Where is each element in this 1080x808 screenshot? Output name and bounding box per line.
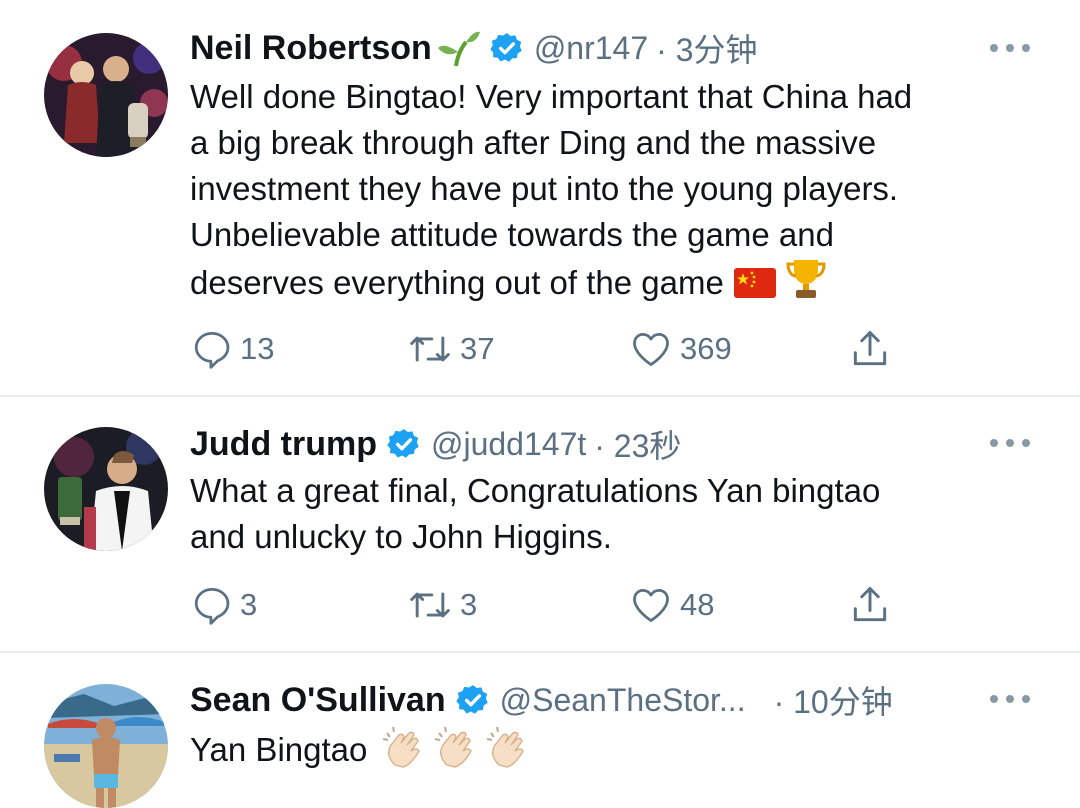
tweet-header: Neil Robertson @nr147 · 3分钟 — [190, 25, 758, 71]
more-options-icon[interactable] — [990, 433, 1030, 453]
like-button[interactable]: 48 — [628, 583, 714, 627]
avatar[interactable] — [44, 33, 168, 157]
retweet-button[interactable]: 37 — [406, 327, 494, 371]
heart-icon — [633, 588, 669, 622]
verified-badge-icon — [455, 683, 490, 717]
author-handle[interactable]: @SeanTheStor... — [500, 682, 746, 719]
tweet-text-line: and unlucky to John Higgins. — [190, 518, 612, 555]
share-button[interactable] — [848, 327, 892, 371]
author-name[interactable]: Sean O'Sullivan — [190, 681, 446, 720]
tweet-timestamp[interactable]: · 23秒 — [594, 421, 681, 467]
tweet-text: What a great final, Congratulations Yan … — [190, 468, 1050, 560]
tweet-text-line-last: Yan Bingtao — [190, 725, 1050, 781]
retweet-icon — [410, 336, 450, 362]
retweet-count: 3 — [460, 587, 478, 622]
retweet-button[interactable]: 3 — [406, 583, 477, 627]
avatar[interactable] — [44, 684, 168, 808]
tweet-text: Well done Bingtao! Very important that C… — [190, 74, 1050, 312]
reply-button[interactable]: 3 — [190, 583, 257, 627]
tweet-actions: 3 3 48 — [190, 583, 910, 627]
tweet-text-line: Yan Bingtao — [190, 731, 368, 768]
like-button[interactable]: 369 — [628, 327, 732, 371]
tweet-header: Sean O'Sullivan @SeanTheStor... · 10分钟 — [190, 677, 893, 723]
reply-bubble-icon — [194, 332, 230, 369]
tweet-text-line: deserves everything out of the game — [190, 264, 724, 301]
tweet-text-line: investment they have put into the young … — [190, 170, 899, 207]
more-options-icon[interactable] — [990, 689, 1030, 709]
author-name[interactable]: Neil Robertson — [190, 29, 432, 68]
author-handle[interactable]: @judd147t — [431, 426, 586, 463]
china-flag-emoji-icon — [733, 264, 776, 310]
tweet-text-line: Well done Bingtao! Very important that C… — [190, 78, 913, 115]
share-icon — [853, 587, 887, 622]
tweet-text: Yan Bingtao — [190, 725, 1050, 781]
verified-badge-icon — [387, 427, 421, 461]
reply-count: 3 — [240, 587, 258, 622]
tweet-text-line: a big break through after Ding and the m… — [190, 124, 877, 161]
share-button[interactable] — [848, 583, 892, 627]
tweet-text-line: What a great final, Congratulations Yan … — [190, 472, 881, 509]
clapping-hands-emoji-icon — [485, 725, 531, 781]
sprout-emoji-icon — [436, 28, 480, 68]
reply-button[interactable]: 13 — [190, 327, 274, 371]
reply-bubble-icon — [194, 588, 230, 625]
tweet-text-line-last: deserves everything out of the game — [190, 258, 1050, 312]
like-count: 369 — [680, 331, 732, 366]
tweet-header: Judd trump @judd147t · 23秒 — [190, 421, 681, 467]
clapping-hands-emoji-icon — [433, 725, 479, 781]
avatar[interactable] — [44, 427, 168, 551]
reply-count: 13 — [240, 331, 275, 366]
timeline-feed: Neil Robertson @nr147 · 3分钟 Well done Bi… — [0, 0, 1080, 808]
retweet-icon — [410, 592, 450, 618]
verified-badge-icon — [490, 31, 524, 65]
tweet-timestamp[interactable]: · 10分钟 — [774, 677, 893, 723]
trophy-emoji-icon — [786, 258, 826, 312]
like-count: 48 — [680, 587, 715, 622]
share-icon — [853, 331, 887, 366]
author-handle[interactable]: @nr147 — [534, 30, 648, 67]
retweet-count: 37 — [460, 331, 495, 366]
tweet-neil-robertson[interactable]: Neil Robertson @nr147 · 3分钟 Well done Bi… — [0, 0, 1080, 395]
tweet-timestamp[interactable]: · 3分钟 — [656, 25, 757, 71]
clapping-hands-emoji-icon — [381, 725, 427, 781]
author-name[interactable]: Judd trump — [190, 425, 377, 464]
tweet-judd-trump[interactable]: Judd trump @judd147t · 23秒 What a great … — [0, 397, 1080, 651]
tweet-actions: 13 37 369 — [190, 327, 910, 371]
heart-icon — [633, 332, 669, 366]
tweet-sean-osullivan[interactable]: Sean O'Sullivan @SeanTheStor... · 10分钟 Y… — [0, 653, 1080, 808]
tweet-text-line: Unbelievable attitude towards the game a… — [190, 216, 834, 253]
more-options-icon[interactable] — [990, 38, 1030, 58]
